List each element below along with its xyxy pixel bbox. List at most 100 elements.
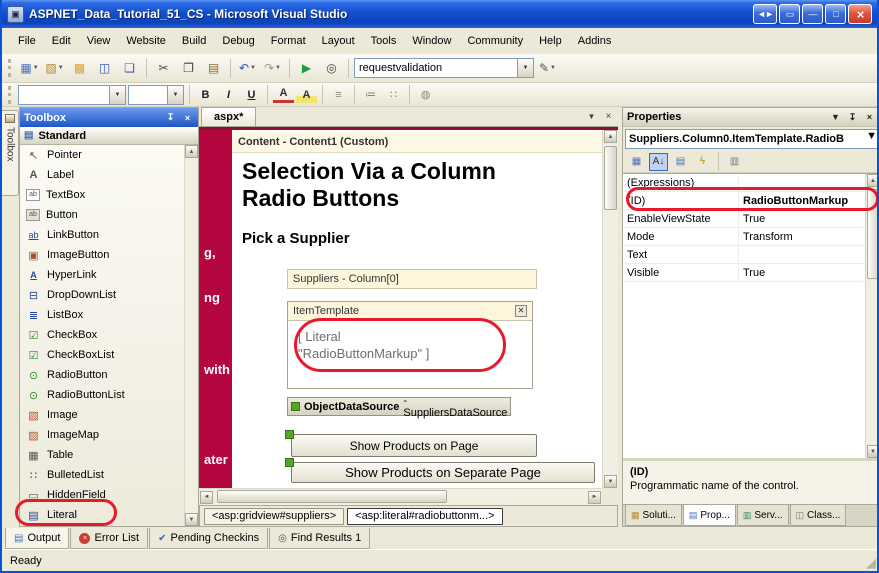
menu-view[interactable]: View (79, 31, 119, 51)
toolbox-item-radiobuttonlist[interactable]: ⊙RadioButtonList (20, 385, 184, 405)
menu-window[interactable]: Window (404, 31, 459, 51)
paste-button[interactable]: ▤ (202, 57, 225, 79)
hyperlink-button[interactable]: ◍ (415, 85, 436, 105)
font-color-button[interactable]: A (273, 86, 294, 103)
scroll-down-icon[interactable]: ▼ (867, 445, 879, 458)
scroll-down-icon[interactable]: ▼ (604, 475, 617, 488)
scroll-up-icon[interactable]: ▲ (604, 130, 617, 143)
tab-pending-checkins[interactable]: ✔Pending Checkins (149, 528, 268, 549)
tab-solution-explorer[interactable]: ▦Soluti... (625, 505, 682, 526)
toolbox-scrollbar[interactable]: ▲ ▼ (184, 145, 198, 526)
block-format-input[interactable] (19, 86, 109, 104)
toolbox-item-listbox[interactable]: ≣ListBox (20, 305, 184, 325)
scrollbar-thumb[interactable] (867, 189, 879, 279)
menu-community[interactable]: Community (459, 31, 531, 51)
toolbox-item-imagebutton[interactable]: ▣ImageButton (20, 245, 184, 265)
toolbox-item-literal[interactable]: ▤Literal (20, 505, 184, 525)
categorized-icon[interactable]: ▦ (627, 153, 646, 171)
scroll-left-icon[interactable]: ◄ (200, 491, 213, 504)
toolbox-item-checkbox[interactable]: ☑CheckBox (20, 325, 184, 345)
property-row-enableviewstate[interactable]: EnableViewState True (623, 210, 865, 228)
start-debug-button[interactable]: ▶ (295, 57, 318, 79)
property-row-text[interactable]: Text (623, 246, 865, 264)
alphabetical-icon[interactable]: A↓ (649, 153, 668, 171)
toolbox-item-pointer[interactable]: ↖Pointer (20, 145, 184, 165)
tab-class-view[interactable]: ◫Class... (790, 505, 847, 526)
minimize-button[interactable]: — (802, 4, 823, 24)
add-item-button[interactable]: ▧▼ (43, 57, 66, 79)
close-button[interactable]: × (848, 4, 872, 24)
dock-window-button[interactable]: ▭ (779, 4, 800, 24)
quick-find-input[interactable] (355, 59, 517, 77)
property-pages-icon[interactable]: ▥ (725, 153, 744, 171)
maximize-button[interactable]: □ (825, 4, 846, 24)
toolbox-item-table[interactable]: ▦Table (20, 445, 184, 465)
close-icon[interactable]: × (181, 111, 194, 124)
pin-icon[interactable]: ↧ (164, 111, 177, 124)
scroll-right-icon[interactable]: ► (588, 491, 601, 504)
document-tab-aspx[interactable]: aspx* (201, 107, 256, 126)
tag-literal[interactable]: <asp:literal#radiobuttonm...> (347, 508, 502, 525)
open-file-button[interactable]: ▩ (68, 57, 91, 79)
toolbar-grip[interactable] (8, 86, 12, 104)
window-menu-icon[interactable]: ▼ (829, 111, 842, 124)
scroll-down-icon[interactable]: ▼ (185, 513, 198, 526)
save-button[interactable]: ◫ (93, 57, 116, 79)
menu-format[interactable]: Format (263, 31, 314, 51)
redo-button[interactable]: ↷▼ (261, 57, 284, 79)
italic-button[interactable]: I (218, 85, 239, 105)
new-website-button[interactable]: ▦▼ (18, 57, 41, 79)
align-button[interactable]: ≡ (328, 85, 349, 105)
item-template-box[interactable]: ItemTemplate ✕ [ Literal "RadioButtonMar… (287, 301, 533, 389)
menu-help[interactable]: Help (531, 31, 570, 51)
tab-list-dropdown-icon[interactable]: ▼ (584, 109, 599, 124)
menu-addins[interactable]: Addins (570, 31, 620, 51)
toolbox-item-linkbutton[interactable]: abLinkButton (20, 225, 184, 245)
save-all-button[interactable]: ❏ (118, 57, 141, 79)
toolbox-item-dropdownlist[interactable]: ⊟DropDownList (20, 285, 184, 305)
font-size-input[interactable] (129, 86, 167, 104)
toolbox-item-button[interactable]: abButton (20, 205, 184, 225)
objectdatasource-control[interactable]: ObjectDataSource - SuppliersDataSource (287, 397, 511, 416)
scrollbar-thumb[interactable] (604, 146, 617, 210)
toolbox-item-image[interactable]: ▧Image (20, 405, 184, 425)
menu-website[interactable]: Website (118, 31, 174, 51)
float-window-button[interactable]: ◄► (753, 4, 777, 24)
copy-button[interactable]: ❐ (177, 57, 200, 79)
literal-control[interactable]: [ Literal "RadioButtonMarkup" ] (298, 328, 522, 362)
property-row-visible[interactable]: Visible True (623, 264, 865, 282)
toolbox-item-imagemap[interactable]: ▨ImageMap (20, 425, 184, 445)
design-surface[interactable]: g, ng with ater Content - Content1 (Cust… (199, 127, 618, 505)
bullet-list-button[interactable]: ∷ (383, 85, 404, 105)
tab-error-list[interactable]: ×Error List (70, 528, 148, 549)
property-row-id[interactable]: (ID) RadioButtonMarkup (623, 192, 865, 210)
toolbox-item-bulletedlist[interactable]: ∷BulletedList (20, 465, 184, 485)
numbered-list-button[interactable]: ≔ (360, 85, 381, 105)
combo-arrow-icon[interactable]: ▼ (167, 86, 183, 104)
combo-arrow-icon[interactable]: ▼ (866, 130, 877, 148)
events-icon[interactable]: ϟ (693, 153, 712, 171)
template-close-icon[interactable]: ✕ (515, 305, 527, 317)
toolbox-side-tab[interactable]: Toolbox (2, 110, 19, 196)
scroll-up-icon[interactable]: ▲ (185, 145, 198, 158)
combo-arrow-icon[interactable]: ▼ (109, 86, 125, 104)
close-document-icon[interactable]: × (601, 109, 616, 124)
toolbox-item-textbox[interactable]: abTextBox (20, 185, 184, 205)
toolbox-item-hiddenfield[interactable]: ▭HiddenField (20, 485, 184, 505)
pin-icon[interactable]: ↧ (846, 111, 859, 124)
find-next-button[interactable]: ✎▼ (536, 57, 559, 79)
menu-debug[interactable]: Debug (214, 31, 262, 51)
bold-button[interactable]: B (195, 85, 216, 105)
property-row-mode[interactable]: Mode Transform (623, 228, 865, 246)
toolbox-item-hyperlink[interactable]: AHyperLink (20, 265, 184, 285)
tab-properties[interactable]: ▤Prop... (683, 505, 736, 526)
item-template-header[interactable]: ItemTemplate ✕ (288, 302, 532, 321)
menu-layout[interactable]: Layout (314, 31, 363, 51)
menu-build[interactable]: Build (174, 31, 214, 51)
find-in-files-button[interactable]: ◎ (320, 57, 343, 79)
tab-server-explorer[interactable]: ▥Serv... (737, 505, 789, 526)
close-icon[interactable]: × (863, 111, 876, 124)
combo-arrow-icon[interactable]: ▼ (517, 59, 533, 77)
toolbox-item-checkboxlist[interactable]: ☑CheckBoxList (20, 345, 184, 365)
resize-grip-icon[interactable]: ◢ (866, 555, 876, 571)
